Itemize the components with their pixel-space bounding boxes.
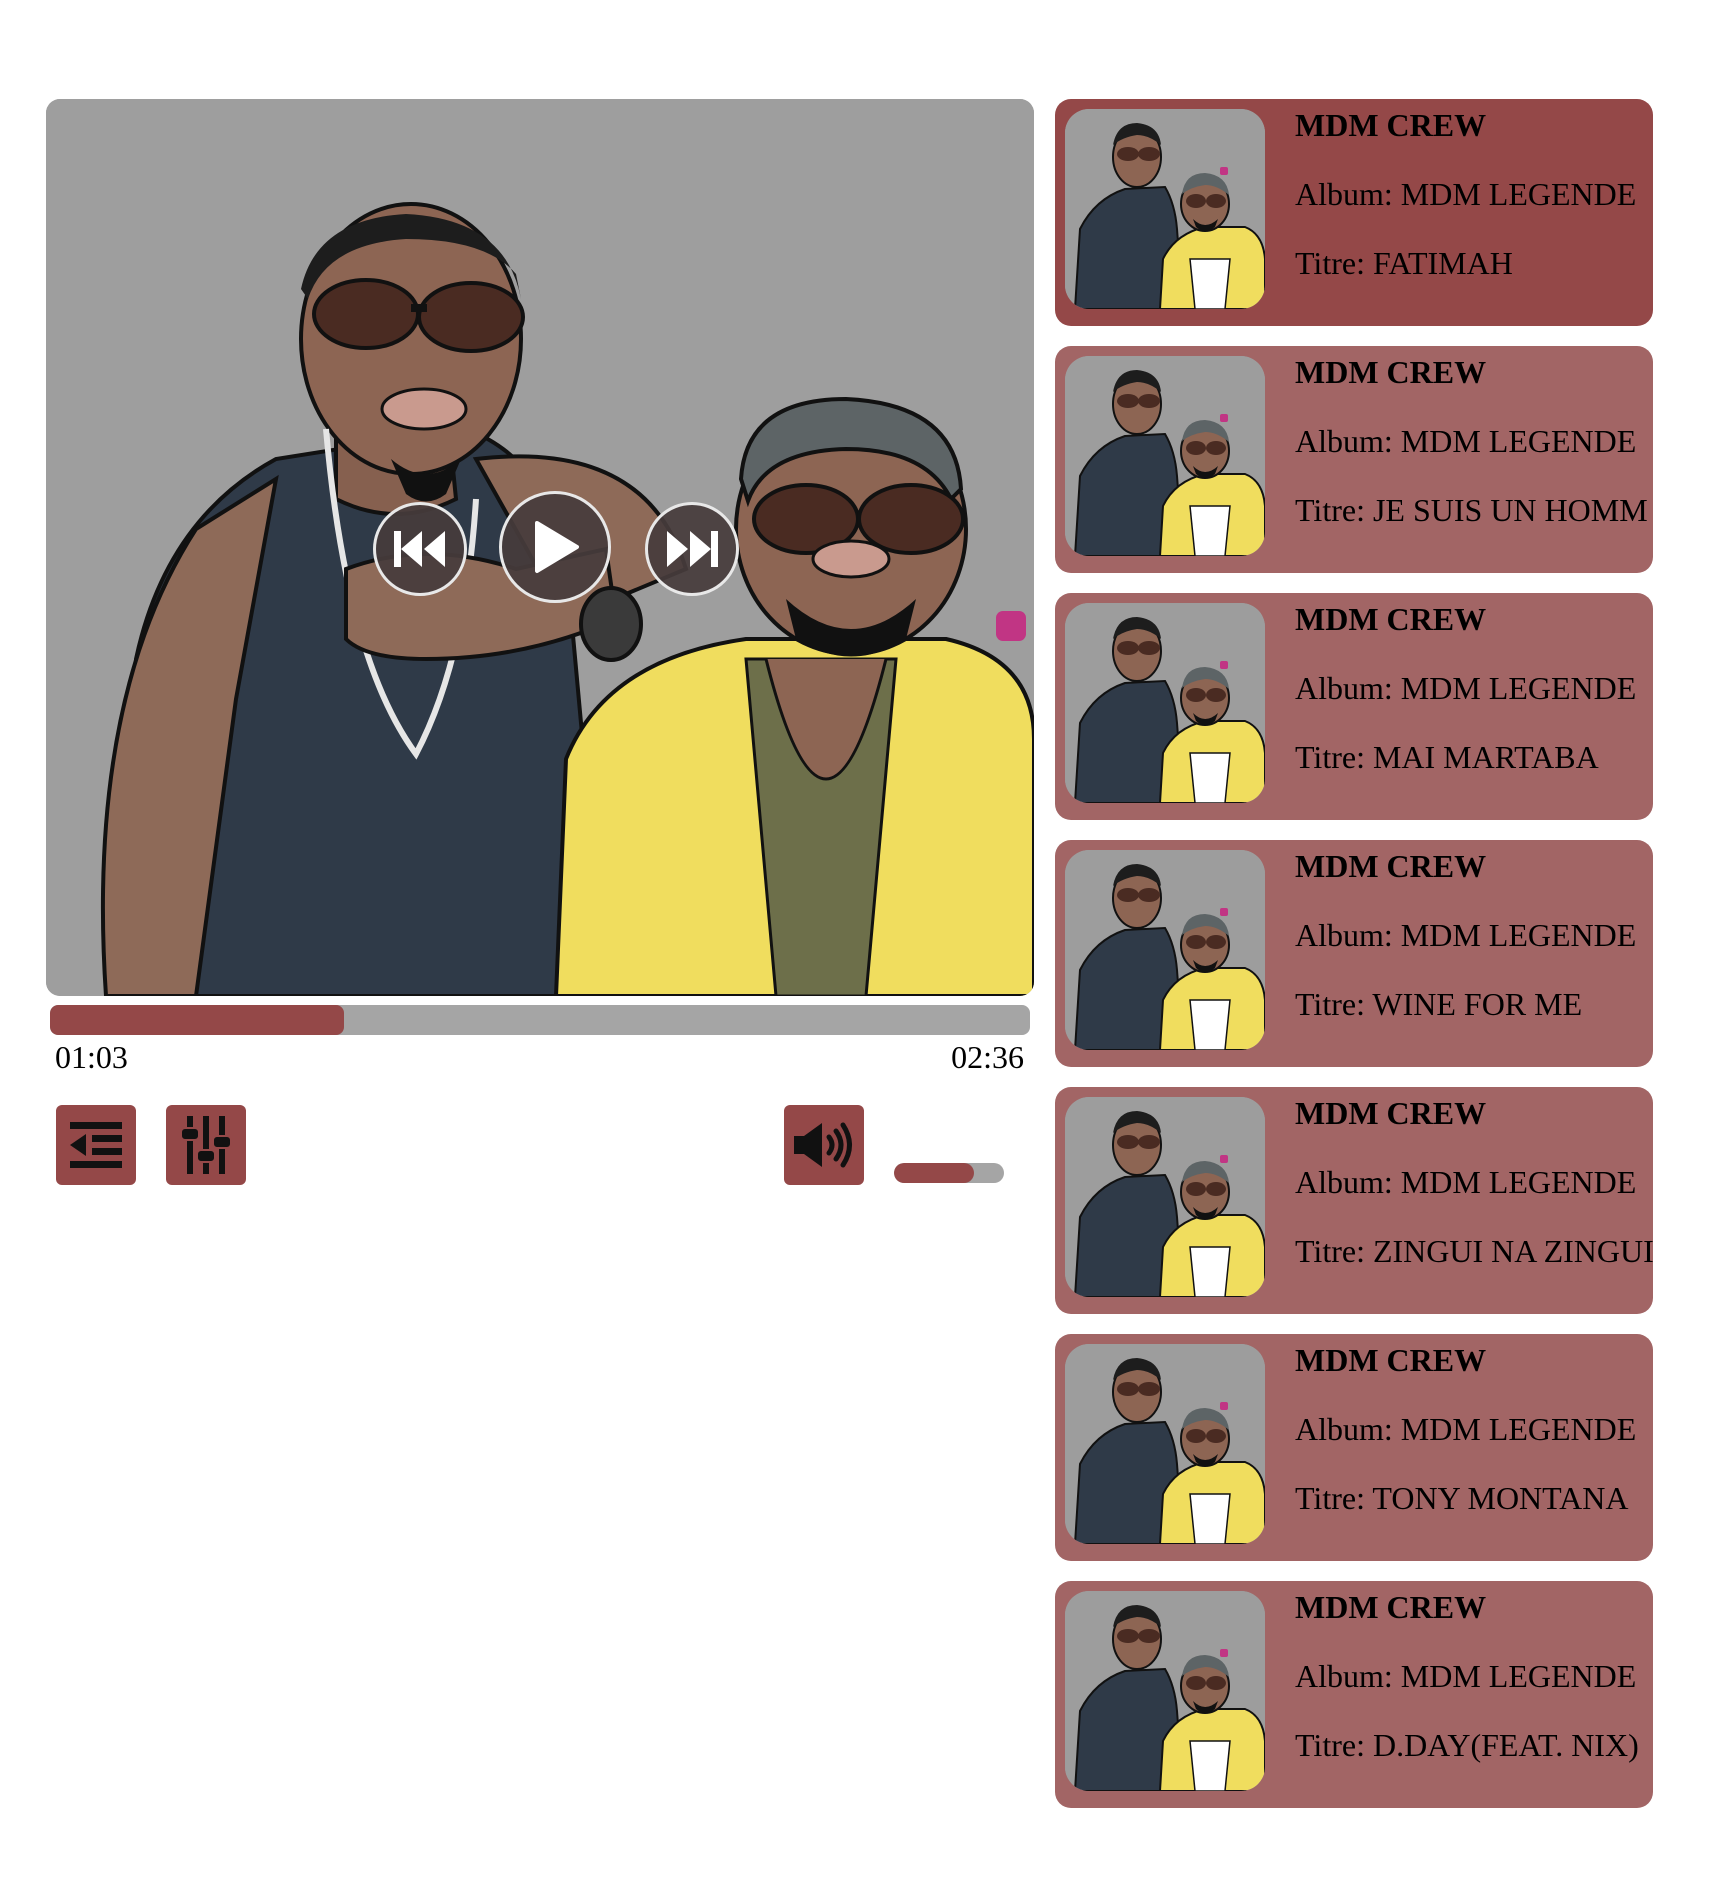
track-title: Titre: ZINGUI NA ZINGUI xyxy=(1295,1233,1653,1269)
track-album: Album: MDM LEGENDE xyxy=(1295,423,1637,459)
track-thumbnail xyxy=(1065,603,1265,803)
track-artist: MDM CREW xyxy=(1295,848,1487,884)
playlist-item[interactable]: MDM CREW Album: MDM LEGENDE Titre: D.DAY… xyxy=(1055,1581,1653,1808)
track-album: Album: MDM LEGENDE xyxy=(1295,1411,1637,1447)
skip-back-icon xyxy=(394,531,445,567)
playlist-item[interactable]: MDM CREW Album: MDM LEGENDE Titre: JE SU… xyxy=(1055,346,1653,573)
track-thumbnail xyxy=(1065,356,1265,556)
music-player: 01:03 02:36 xyxy=(46,99,1034,1185)
track-artist: MDM CREW xyxy=(1295,1095,1487,1131)
previous-track-button[interactable] xyxy=(373,502,467,596)
progress-fill xyxy=(50,1005,344,1035)
track-album: Album: MDM LEGENDE xyxy=(1295,1658,1637,1694)
track-artist: MDM CREW xyxy=(1295,354,1487,390)
track-artist: MDM CREW xyxy=(1295,107,1487,143)
track-album: Album: MDM LEGENDE xyxy=(1295,670,1637,706)
play-button[interactable] xyxy=(499,491,611,603)
track-thumbnail xyxy=(1065,1591,1265,1791)
playlist-item[interactable]: MDM CREW Album: MDM LEGENDE Titre: MAI M… xyxy=(1055,593,1653,820)
playlist-item[interactable]: MDM CREW Album: MDM LEGENDE Titre: WINE … xyxy=(1055,840,1653,1067)
current-time: 01:03 xyxy=(55,1039,128,1075)
track-title: Titre: TONY MONTANA xyxy=(1295,1480,1629,1516)
track-title: Titre: MAI MARTABA xyxy=(1295,739,1599,775)
next-track-button[interactable] xyxy=(645,502,739,596)
track-title: Titre: JE SUIS UN HOMM xyxy=(1295,492,1648,528)
track-album: Album: MDM LEGENDE xyxy=(1295,176,1637,212)
play-icon xyxy=(535,521,579,573)
track-title: Titre: D.DAY(FEAT. NIX) xyxy=(1295,1727,1639,1763)
volume-fill xyxy=(894,1163,975,1183)
track-thumbnail xyxy=(1065,850,1265,1050)
list-indent-icon xyxy=(70,1122,122,1168)
track-artist: MDM CREW xyxy=(1295,1589,1487,1625)
playlist-toggle-button[interactable] xyxy=(56,1105,136,1185)
playlist-item[interactable]: MDM CREW Album: MDM LEGENDE Titre: FATIM… xyxy=(1055,99,1653,326)
playlist-item[interactable]: MDM CREW Album: MDM LEGENDE Titre: TONY … xyxy=(1055,1334,1653,1561)
playlist: MDM CREW Album: MDM LEGENDE Titre: FATIM… xyxy=(1055,99,1653,1828)
volume-slider[interactable] xyxy=(894,1163,1004,1183)
track-album: Album: MDM LEGENDE xyxy=(1295,917,1637,953)
track-title: Titre: WINE FOR ME xyxy=(1295,986,1583,1022)
equalizer-button[interactable] xyxy=(166,1105,246,1185)
volume-icon xyxy=(794,1122,852,1168)
track-artist: MDM CREW xyxy=(1295,601,1487,637)
total-time: 02:36 xyxy=(951,1039,1024,1075)
track-thumbnail xyxy=(1065,109,1265,309)
track-album: Album: MDM LEGENDE xyxy=(1295,1164,1637,1200)
album-cover xyxy=(46,99,1034,996)
track-thumbnail xyxy=(1065,1344,1265,1544)
volume-button[interactable] xyxy=(784,1105,864,1185)
sliders-icon xyxy=(180,1116,232,1174)
track-title: Titre: FATIMAH xyxy=(1295,245,1513,281)
progress-bar[interactable] xyxy=(50,1005,1030,1035)
track-artist: MDM CREW xyxy=(1295,1342,1487,1378)
track-thumbnail xyxy=(1065,1097,1265,1297)
playlist-item[interactable]: MDM CREW Album: MDM LEGENDE Titre: ZINGU… xyxy=(1055,1087,1653,1314)
skip-forward-icon xyxy=(667,531,718,567)
